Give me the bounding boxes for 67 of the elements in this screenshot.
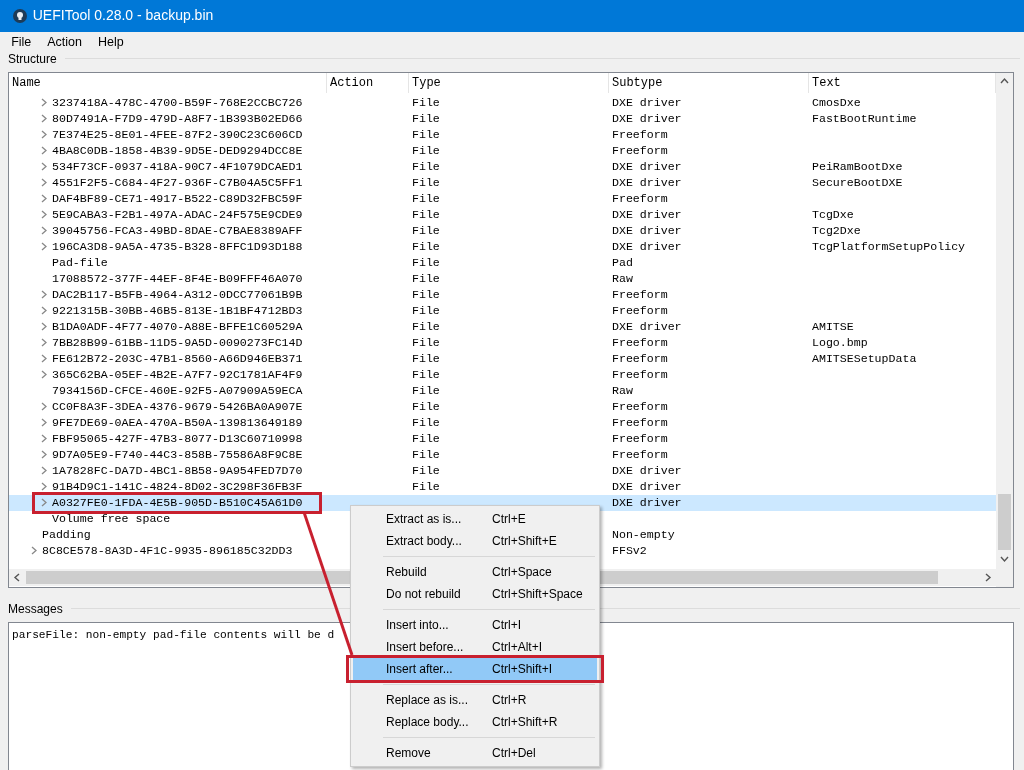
table-cell: File — [412, 303, 440, 317]
table-cell: File — [412, 319, 440, 333]
table-cell: File — [412, 207, 440, 221]
table-cell: File — [412, 463, 440, 477]
table-cell: AMITSE — [812, 319, 854, 333]
table-cell: Freeform — [612, 351, 668, 365]
table-cell: File — [412, 175, 440, 189]
table-cell: File — [412, 223, 440, 237]
table-cell: DXE driver — [612, 207, 682, 221]
table-cell: Freeform — [612, 287, 668, 301]
table-cell: File — [412, 335, 440, 349]
table-cell: Logo.bmp — [812, 335, 868, 349]
message-text: parseFile: non-empty pad-file contents will be d — [12, 627, 336, 643]
table-cell: DXE driver — [612, 319, 682, 333]
table-cell: File — [412, 367, 440, 381]
table-cell: DXE driver — [612, 479, 682, 493]
table-cell: Freeform — [612, 303, 668, 317]
table-cell: File — [412, 383, 440, 397]
table-cell: File — [412, 127, 440, 141]
table-cell: Tcg2Dxe — [812, 223, 861, 237]
table-cell: File — [412, 399, 440, 413]
table-cell: Freeform — [612, 431, 668, 445]
table-cell: Freeform — [612, 367, 668, 381]
table-cell: Freeform — [612, 143, 668, 157]
table-cell: TcgPlatformSetupPolicy — [812, 239, 966, 253]
table-cell: FastBootRuntime — [812, 111, 917, 125]
table-cell: DXE driver — [612, 463, 682, 477]
table-cell: File — [412, 191, 440, 205]
table-cell: File — [412, 159, 440, 173]
table-cell: CmosDxe — [812, 95, 861, 109]
table-cell: PeiRamBootDxe — [812, 159, 903, 173]
table-cell: DXE driver — [612, 239, 682, 253]
section-label: Structure — [7, 51, 58, 66]
table-cell: File — [412, 239, 440, 253]
table-cell: File — [412, 431, 440, 445]
window-title: UEFITool 0.28.0 - backup.bin — [32, 6, 214, 26]
table-cell: DXE driver — [612, 175, 682, 189]
table-cell: Non-empty — [612, 527, 675, 541]
table-cell: SecureBootDXE — [812, 175, 903, 189]
table-cell: DXE driver — [612, 495, 682, 509]
table-cell: File — [412, 351, 440, 365]
table-cell: File — [412, 447, 440, 461]
table-cell: File — [412, 287, 440, 301]
table-cell: TcgDxe — [812, 207, 854, 221]
table-cell: FFSv2 — [612, 543, 647, 557]
table-cell: AMITSESetupData — [812, 351, 917, 365]
table-cell: Freeform — [612, 399, 668, 413]
table-cell: File — [412, 111, 440, 125]
table-cell: File — [412, 95, 440, 109]
table-cell: Raw — [612, 271, 633, 285]
table-cell: File — [412, 271, 440, 285]
section-label: Messages — [7, 601, 64, 616]
table-cell: Freeform — [612, 447, 668, 461]
table-cell: DXE driver — [612, 159, 682, 173]
table-cell: File — [412, 415, 440, 429]
table-cell: DXE driver — [612, 111, 682, 125]
table-cell: File — [412, 255, 440, 269]
table-cell: File — [412, 143, 440, 157]
table-cell: Freeform — [612, 191, 668, 205]
table-cell: DXE driver — [612, 95, 682, 109]
table-cell: Freeform — [612, 415, 668, 429]
table-cell: Raw — [612, 383, 633, 397]
table-cell: DXE driver — [612, 223, 682, 237]
table-cell: Freeform — [612, 335, 668, 349]
table-cell: Freeform — [612, 127, 668, 141]
table-cell: Pad — [612, 255, 633, 269]
table-cell: File — [412, 479, 440, 493]
